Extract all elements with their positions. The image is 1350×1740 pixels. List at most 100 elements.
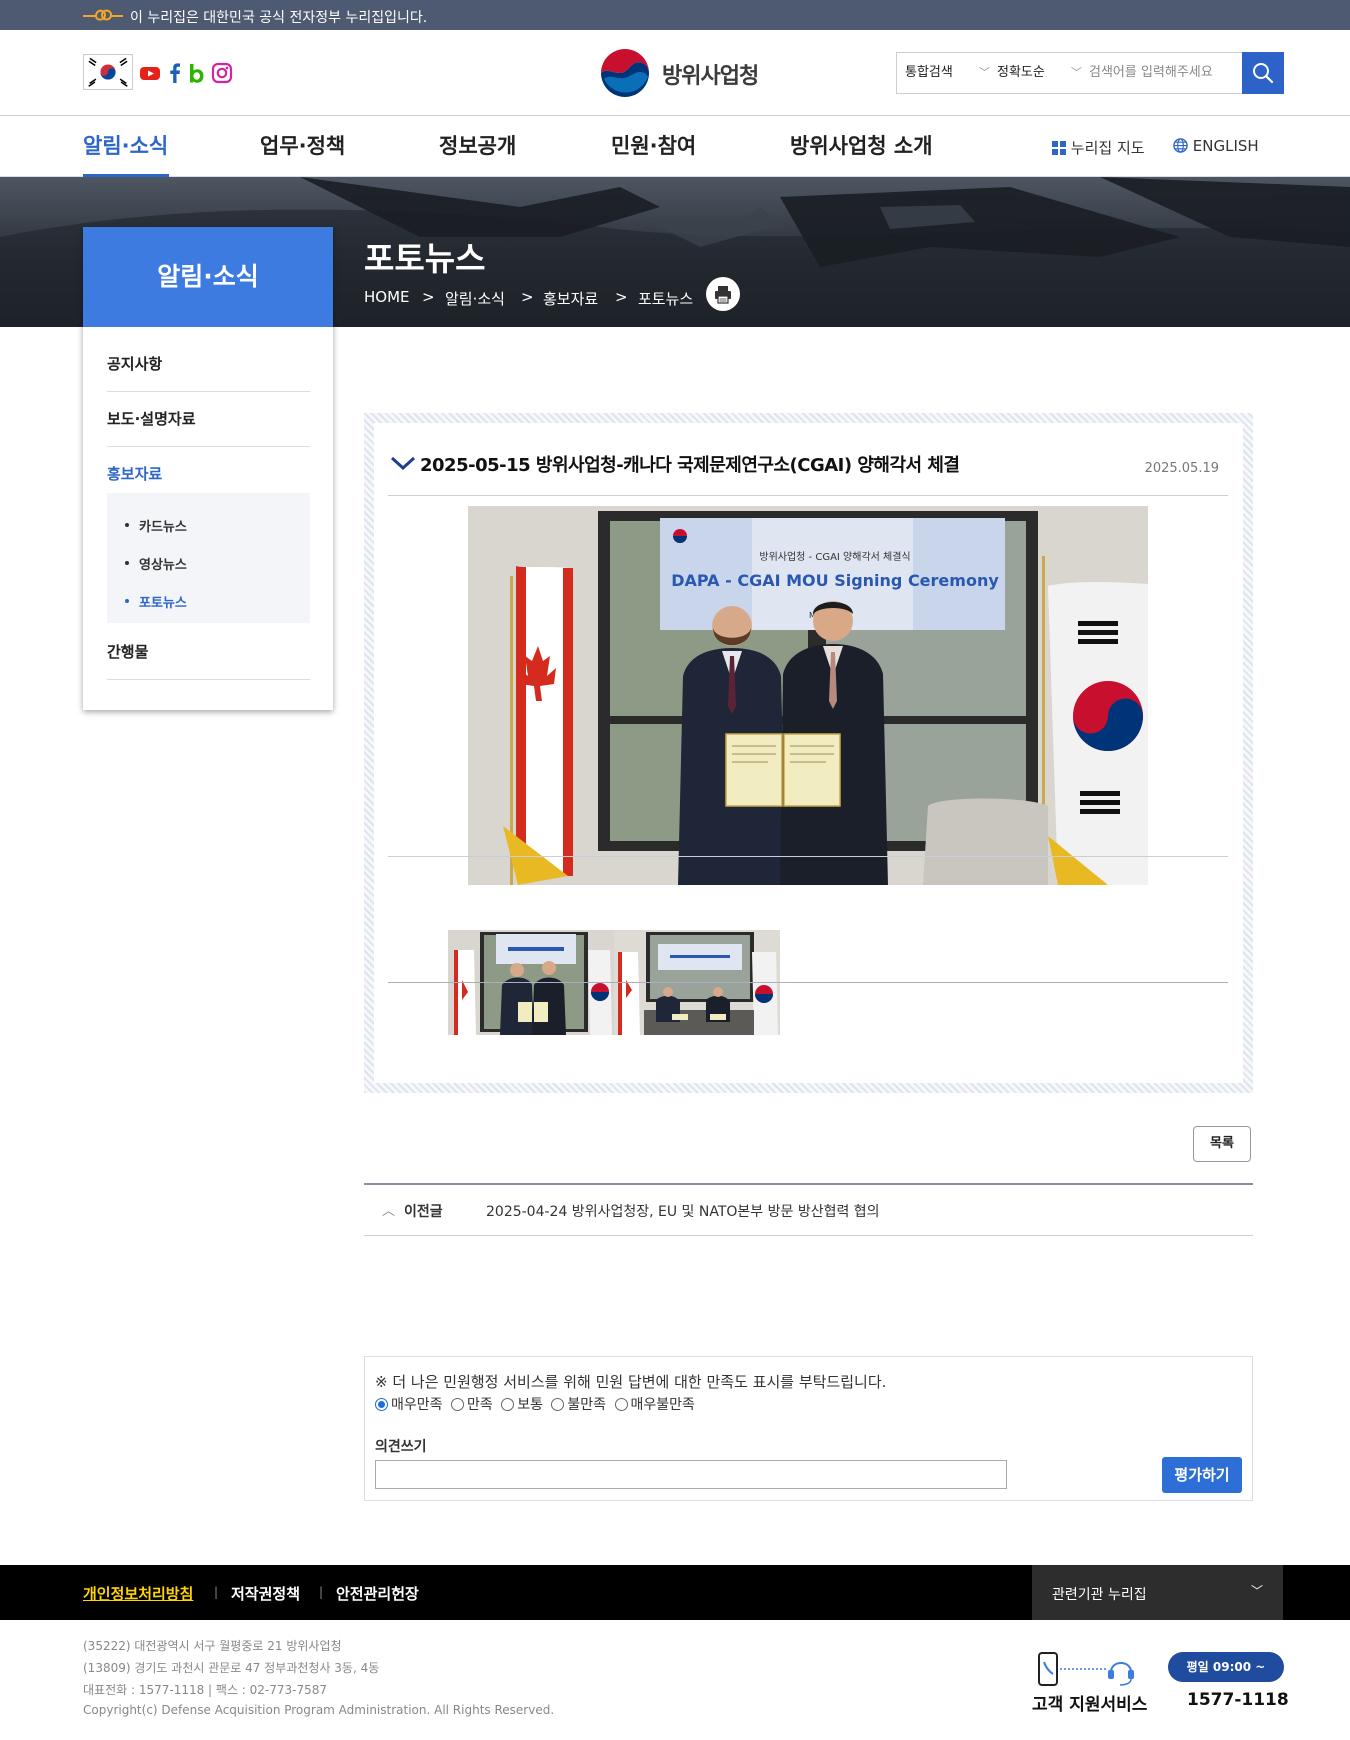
survey-question: ※ 더 나은 민원행정 서비스를 위해 민원 답변에 대한 만족도 표시를 부탁…: [375, 1373, 887, 1391]
lnb-submenu: 카드뉴스 영상뉴스 포토뉴스: [107, 493, 310, 623]
printer-icon: [715, 286, 731, 304]
lnb-item-publication[interactable]: 간행물: [107, 625, 310, 680]
radio-button[interactable]: [450, 1397, 464, 1411]
gnb-menu-civil[interactable]: 민원·참여: [611, 130, 696, 160]
main-navigation: 알림·소식 업무·정책 정보공개 민원·참여 방위사업청 소개 누리집 지도 E…: [0, 116, 1350, 177]
related-sites-select[interactable]: 관련기관 누리집 ﹀: [1032, 1565, 1283, 1620]
radio-button[interactable]: [375, 1397, 388, 1411]
breadcrumb-home[interactable]: HOME: [364, 288, 410, 306]
dapa-logo[interactable]: 방위사업청: [598, 46, 773, 100]
main-photo[interactable]: 방위사업청 - CGAI 양해각서 체결식 DAPA - CGAI MOU Si…: [468, 506, 1148, 885]
prev-post-label: 이전글: [404, 1204, 443, 1220]
safety-charter-link[interactable]: 안전관리헌장: [336, 1583, 419, 1604]
breadcrumb-separator: >: [422, 288, 435, 306]
gov-banner-text: 이 누리집은 대한민국 공식 전자정부 누리집입니다.: [130, 10, 428, 26]
sitemap-icon: [1052, 141, 1066, 155]
sitemap-link[interactable]: 누리집 지도: [1052, 137, 1145, 158]
submit-rating-button[interactable]: 평가하기: [1162, 1457, 1242, 1493]
gov-banner: 이 누리집은 대한민국 공식 전자정부 누리집입니다.: [0, 0, 1350, 30]
post-date: 2025.05.19: [1144, 461, 1219, 476]
prev-post[interactable]: ︿ 이전글 2025-04-24 방위사업청장, EU 및 NATO본부 방문 …: [364, 1183, 1253, 1236]
comment-input[interactable]: [375, 1460, 1007, 1489]
divider: [388, 982, 1228, 983]
business-hours-badge: 평일 09:00 ~ 18:00: [1168, 1652, 1284, 1704]
english-link[interactable]: ENGLISH: [1173, 137, 1259, 155]
survey-option-dissatisfied[interactable]: 불만족: [551, 1394, 606, 1414]
survey-option-very-dissatisfied[interactable]: 매우불만족: [614, 1394, 695, 1414]
breadcrumb-current: 포토뉴스: [638, 290, 694, 308]
photo-post: 2025-05-15 방위사업청-캐나다 국제문제연구소(CGAI) 양해각서 …: [374, 423, 1243, 1083]
search-icon: [1253, 63, 1274, 84]
lnb-item-press[interactable]: 보도·설명자료: [107, 392, 310, 447]
lnb-title: 알림·소식: [83, 227, 333, 327]
footer-contact: 대표전화 : 1577-1118 | 팩스 : 02-773-7587: [83, 1683, 328, 1697]
search-button[interactable]: [1242, 52, 1284, 94]
chevron-down-icon: [390, 456, 416, 471]
chevron-down-icon: ﹀: [1250, 1584, 1263, 1598]
lnb-item-notice[interactable]: 공지사항: [107, 337, 310, 392]
search-scope-select[interactable]: 통합검색 ﹀: [905, 53, 990, 93]
support-phone: 1577-1118: [1187, 1690, 1289, 1710]
banner-english-text: DAPA - CGAI MOU Signing Ceremony: [671, 571, 999, 590]
breadcrumb-separator: >: [615, 288, 628, 306]
bullet: [125, 523, 129, 527]
survey-option-neutral[interactable]: 보통: [501, 1394, 543, 1414]
comment-label: 의견쓰기: [375, 1439, 427, 1455]
prev-post-title[interactable]: 2025-04-24 방위사업청장, EU 및 NATO본부 방문 방산협력 협…: [486, 1201, 880, 1221]
blog-icon[interactable]: [186, 62, 208, 84]
radio-button[interactable]: [614, 1397, 628, 1411]
customer-support-icon: [1038, 1652, 1134, 1686]
separator: |: [319, 1585, 324, 1599]
lnb-sub-videonews[interactable]: 영상뉴스: [139, 554, 187, 573]
gov-mark-icon: [83, 9, 123, 21]
gnb-menu-policy[interactable]: 업무·정책: [260, 130, 345, 160]
footer-links-bar: 개인정보처리방침 | 저작권정책 | 안전관리헌장 관련기관 누리집 ﹀: [0, 1565, 1350, 1620]
search-input[interactable]: 검색어를 입력해주세요: [1089, 53, 1213, 93]
photo-post-box: 2025-05-15 방위사업청-캐나다 국제문제연구소(CGAI) 양해각서 …: [364, 413, 1253, 1093]
privacy-policy-link[interactable]: 개인정보처리방침: [83, 1583, 193, 1604]
lnb-sub-photonews[interactable]: 포토뉴스: [139, 592, 187, 611]
survey-option-satisfied[interactable]: 만족: [450, 1394, 493, 1414]
search-bar: 통합검색 ﹀ 정확도순 ﹀ 검색어를 입력해주세요: [896, 52, 1284, 94]
youtube-icon[interactable]: [139, 62, 161, 84]
local-navigation: 알림·소식 공지사항 보도·설명자료 홍보자료 카드뉴스 영상뉴스 포토뉴스 간…: [83, 227, 333, 710]
chevron-up-icon: ︿: [382, 1204, 396, 1219]
bullet: [125, 561, 129, 565]
site-header: 방위사업청 통합검색 ﹀ 정확도순 ﹀ 검색어를 입력해주세요: [0, 30, 1350, 116]
post-title: 2025-05-15 방위사업청-캐나다 국제문제연구소(CGAI) 양해각서 …: [420, 455, 960, 476]
breadcrumb-separator: >: [521, 288, 534, 306]
bullet: [125, 599, 129, 603]
gnb-menu-disclosure[interactable]: 정보공개: [439, 130, 516, 160]
gnb-menu-news[interactable]: 알림·소식: [83, 130, 168, 160]
survey-option-very-satisfied[interactable]: 매우만족: [375, 1394, 443, 1414]
government-emblem-icon: [599, 47, 651, 99]
divider: [388, 856, 1228, 857]
customer-support-label: 고객 지원서비스: [1032, 1695, 1148, 1715]
chevron-down-icon: ﹀: [1071, 66, 1082, 79]
radio-button[interactable]: [501, 1397, 515, 1411]
chevron-down-icon: ﹀: [979, 66, 990, 79]
satisfaction-survey: ※ 더 나은 민원행정 서비스를 위해 민원 답변에 대한 만족도 표시를 부탁…: [364, 1356, 1253, 1501]
instagram-icon[interactable]: [211, 62, 233, 84]
facebook-icon[interactable]: [164, 62, 186, 84]
lnb-sub-cardnews[interactable]: 카드뉴스: [139, 516, 187, 535]
breadcrumb-news[interactable]: 알림·소식: [445, 288, 505, 309]
search-sort-select[interactable]: 정확도순 ﹀: [997, 53, 1082, 93]
banner-korean-text: 방위사업청 - CGAI 양해각서 체결식: [759, 550, 910, 563]
globe-icon: [1173, 138, 1188, 153]
footer-address: (13809) 경기도 과천시 관문로 47 정부과천청사 3동, 4동: [83, 1661, 380, 1675]
footer-address: (35222) 대전광역시 서구 월평중로 21 방위사업청: [83, 1639, 342, 1653]
copyright-policy-link[interactable]: 저작권정책: [231, 1583, 300, 1604]
logo-text: 방위사업청: [662, 64, 759, 89]
survey-options: 매우만족 만족 보통 불만족 매우불만족: [375, 1394, 699, 1414]
korea-flag-icon[interactable]: [83, 54, 133, 90]
print-button[interactable]: [706, 277, 740, 311]
gnb-menu-about[interactable]: 방위사업청 소개: [790, 130, 933, 160]
list-button[interactable]: 목록: [1193, 1126, 1251, 1162]
page-title: 포토뉴스: [364, 239, 486, 278]
separator: |: [214, 1585, 219, 1599]
breadcrumb-promo[interactable]: 홍보자료: [543, 288, 598, 309]
radio-button[interactable]: [551, 1397, 565, 1411]
footer-copyright: Copyright(c) Defense Acquisition Program…: [83, 1703, 555, 1717]
divider: [388, 495, 1228, 496]
